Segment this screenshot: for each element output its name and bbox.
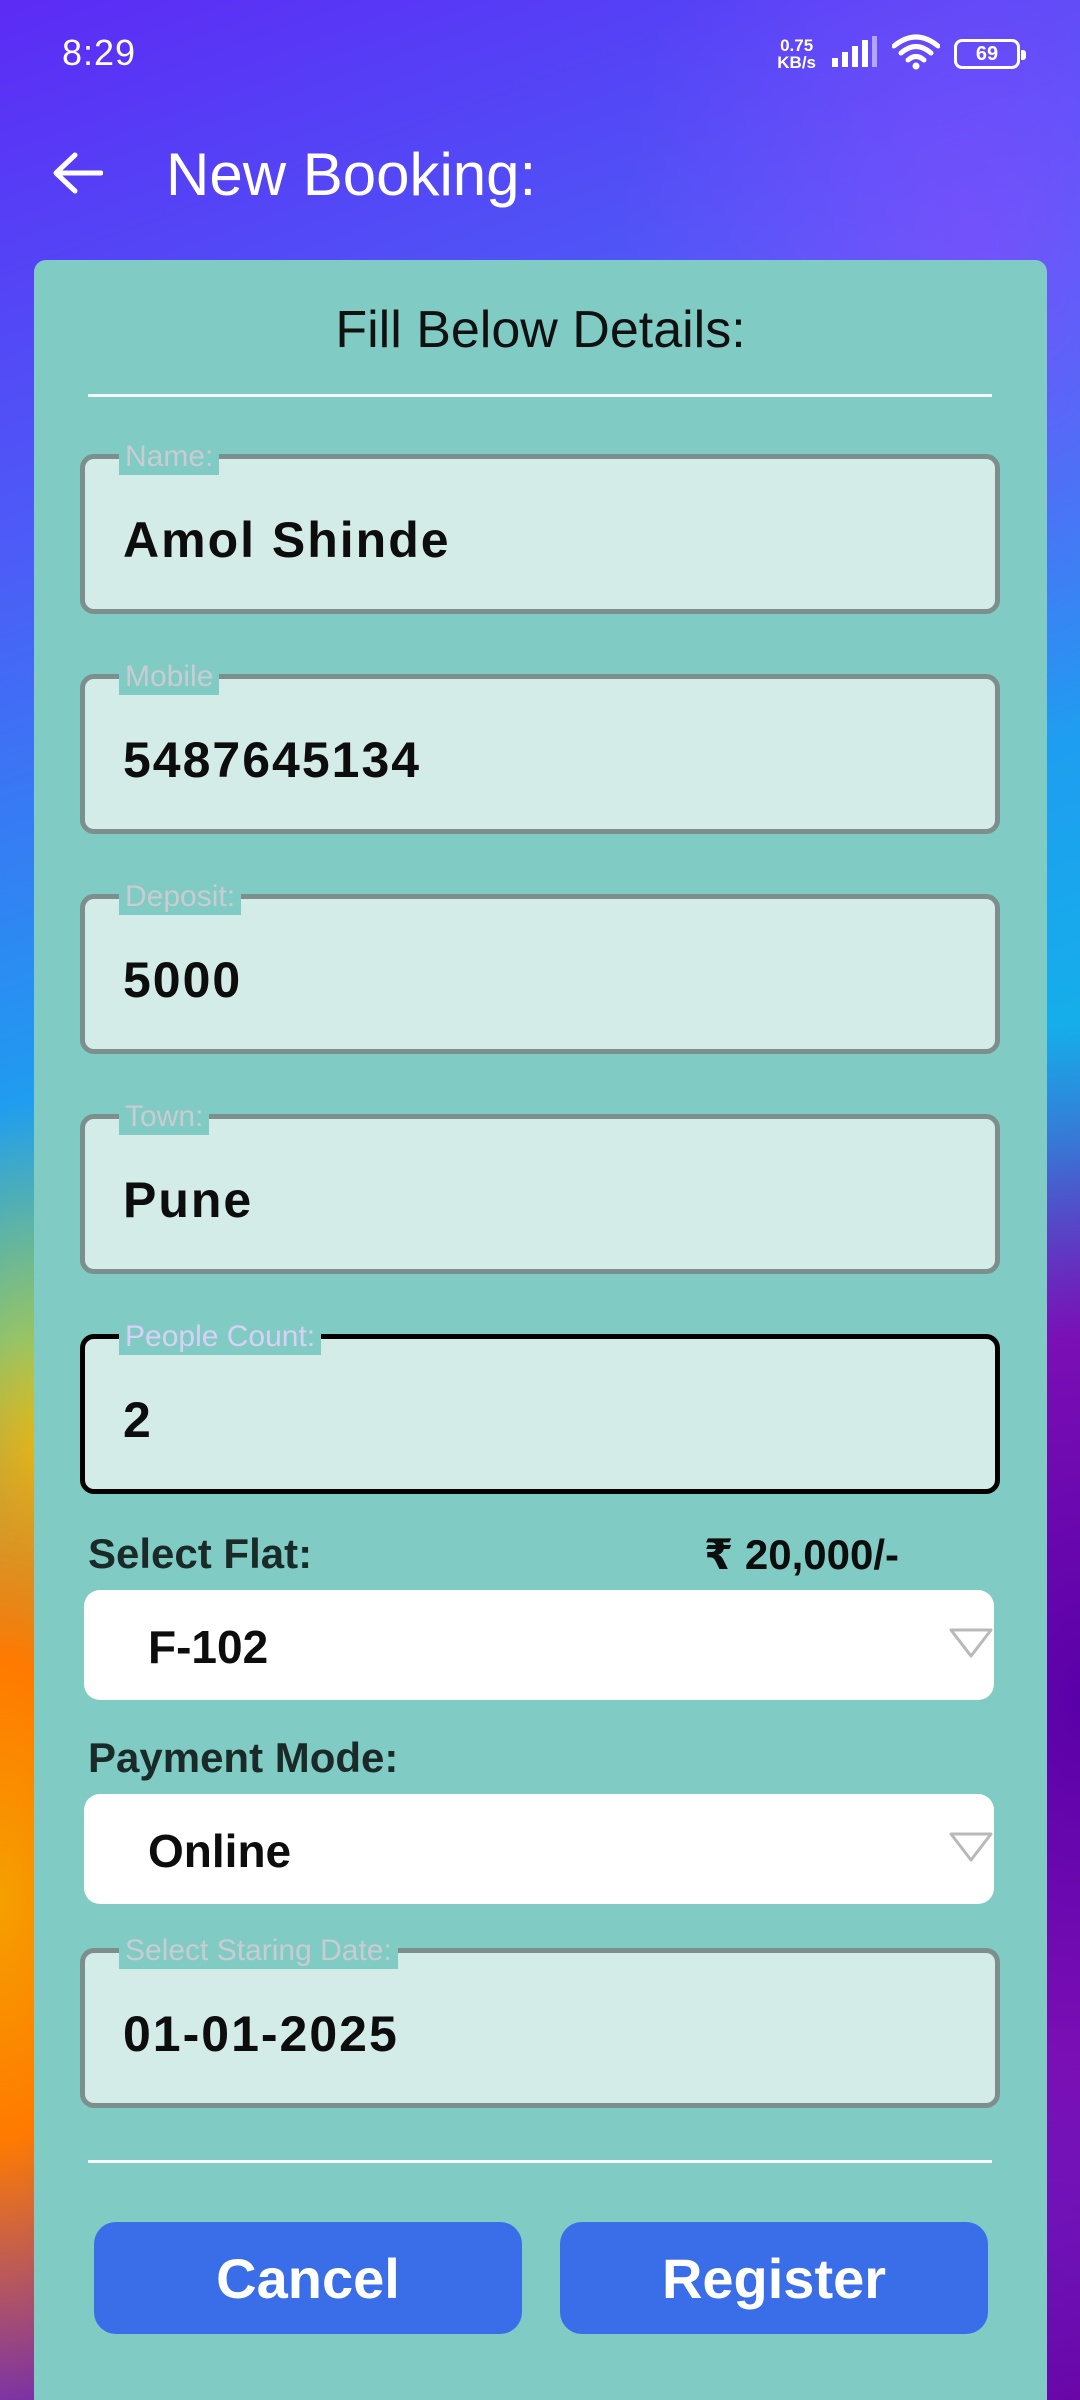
mobile-field-label: Mobile [119, 659, 220, 695]
town-field-label: Town: [119, 1099, 210, 1135]
bottom-divider [88, 2160, 992, 2163]
name-field[interactable]: Name: Amol Shinde [80, 439, 1000, 614]
flat-dropdown-value: F-102 [148, 1621, 269, 1673]
network-speed: 0.75 KB/s [777, 37, 816, 71]
people-count-field-label: People Count: [119, 1319, 322, 1355]
mobile-field-value: 5487645134 [123, 732, 422, 788]
arrow-left-icon [51, 151, 104, 200]
dropdown-arrow-icon [948, 1830, 994, 1866]
flat-price: ₹ 20,000/- [704, 1531, 900, 1578]
page-title: New Booking: [166, 141, 537, 208]
cancel-button[interactable]: Cancel [94, 2222, 522, 2334]
payment-mode-dropdown[interactable]: Online [84, 1794, 994, 1904]
start-date-field-label: Select Staring Date: [119, 1933, 398, 1969]
name-field-value: Amol Shinde [123, 512, 451, 568]
top-divider [88, 394, 992, 397]
signal-icon [830, 35, 878, 73]
wifi-icon [891, 34, 941, 75]
people-count-field-value: 2 [123, 1392, 153, 1448]
town-field[interactable]: Town: Pune [80, 1099, 1000, 1274]
deposit-field-label: Deposit: [119, 879, 242, 915]
dropdown-arrow-icon [948, 1626, 994, 1662]
start-date-field-value: 01-01-2025 [123, 2006, 399, 2062]
deposit-field-value: 5000 [123, 952, 243, 1008]
booking-form-card: Fill Below Details: Name: Amol Shinde Mo… [34, 260, 1047, 2400]
form-heading: Fill Below Details: [335, 301, 746, 359]
battery-level: 69 [975, 42, 999, 65]
app-bar: New Booking: [0, 110, 1080, 240]
people-count-field[interactable]: People Count: 2 [80, 1319, 1000, 1494]
status-time: 8:29 [62, 32, 137, 73]
network-speed-value: 0.75 [780, 36, 814, 55]
status-icons: 0.75 KB/s 69 [777, 34, 1026, 75]
select-flat-label: Select Flat: [88, 1530, 313, 1577]
mobile-field[interactable]: Mobile 5487645134 [80, 659, 1000, 834]
payment-mode-label: Payment Mode: [88, 1734, 399, 1781]
start-date-field[interactable]: Select Staring Date: 01-01-2025 [80, 1933, 1000, 2108]
back-button[interactable] [40, 138, 114, 212]
battery-icon: 69 [954, 39, 1026, 69]
deposit-field[interactable]: Deposit: 5000 [80, 879, 1000, 1054]
town-field-value: Pune [123, 1172, 254, 1228]
name-field-label: Name: [119, 439, 220, 475]
payment-mode-value: Online [148, 1825, 292, 1877]
status-bar: 8:29 0.75 KB/s 69 [0, 0, 1080, 110]
network-speed-unit: KB/s [777, 53, 816, 72]
flat-dropdown[interactable]: F-102 [84, 1590, 994, 1700]
register-button[interactable]: Register [560, 2222, 988, 2334]
